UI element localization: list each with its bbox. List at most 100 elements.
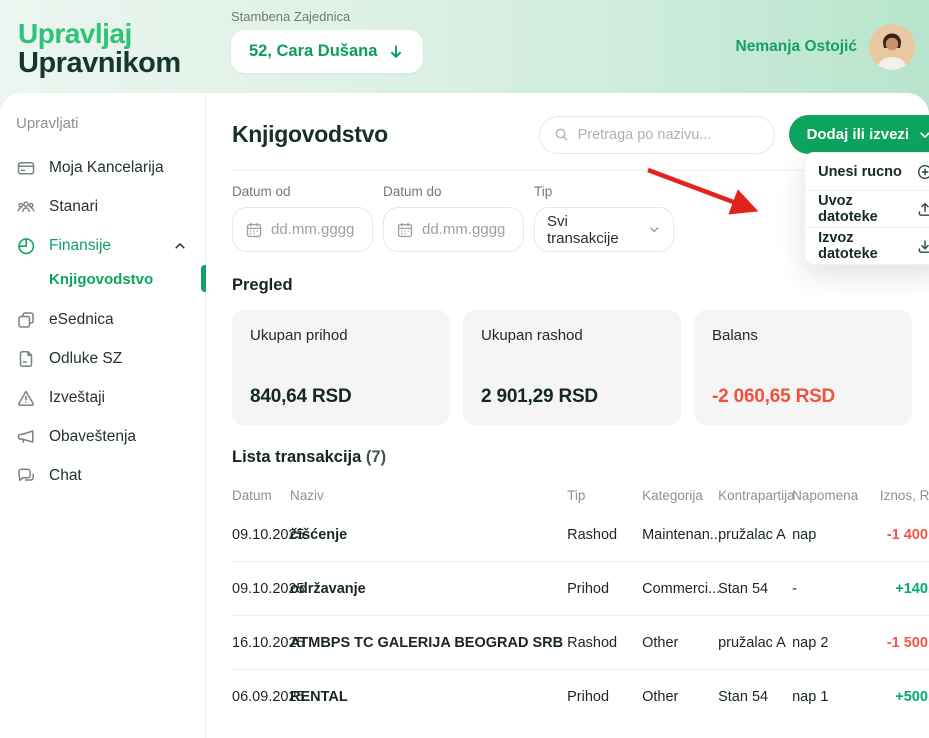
table-row[interactable]: 09.10.2025 čišćenje Rashod Maintenan... …: [232, 508, 929, 562]
community-label: Stambena Zajednica: [231, 9, 423, 24]
sidebar-item-label: Chat: [49, 467, 82, 485]
cell-kontrapartija: Stan 54: [718, 689, 792, 705]
col-tip: Tip: [567, 488, 642, 503]
date-placeholder: dd.mm.gggg: [422, 221, 505, 238]
cell-naziv: ATMBPS TC GALERIJA BEOGRAD SRB: [290, 635, 567, 651]
sidebar-item-label: Izveštaji: [49, 389, 105, 407]
filter-type: Tip Svi transakcije: [534, 184, 674, 252]
sidebar-item-finansije[interactable]: Finansije: [16, 228, 205, 264]
download-icon: [916, 237, 929, 255]
cell-kontrapartija: pružalac A: [718, 527, 792, 543]
cell-kontrapartija: pružalac A: [718, 635, 792, 651]
cell-iznos: +140,00: [864, 581, 929, 597]
menu-item-izvoz-datoteke[interactable]: Izvoz datoteke: [805, 227, 929, 264]
cell-tip: Rashod: [567, 527, 642, 543]
title-row: Knjigovodstvo Dodaj ili izvezi: [232, 115, 929, 154]
cell-napomena: nap 2: [792, 635, 864, 651]
menu-item-uvoz-datoteke[interactable]: Uvoz datoteke: [805, 190, 929, 227]
sidebar: Upravljati Moja Kancelarija Stanari Fina…: [0, 93, 206, 738]
cell-naziv: čišćenje: [290, 527, 567, 543]
cell-kontrapartija: Stan 54: [718, 581, 792, 597]
avatar-image: [869, 24, 915, 70]
cell-kategorija: Other: [642, 689, 718, 705]
sidebar-item-chat[interactable]: Chat: [16, 458, 205, 494]
card-balans: Balans -2 060,65 RSD: [694, 310, 912, 425]
card-ukupan-rashod: Ukupan rashod 2 901,29 RSD: [463, 310, 681, 425]
calendar-icon: [396, 221, 414, 239]
plus-circle-icon: [916, 163, 929, 181]
overview-title: Pregled: [232, 276, 929, 295]
menu-item-label: Izvoz datoteke: [818, 230, 916, 262]
date-from-label: Datum od: [232, 184, 373, 199]
menu-item-label: Unesi rucno: [818, 164, 902, 180]
cell-tip: Prihod: [567, 581, 642, 597]
date-to-input[interactable]: dd.mm.gggg: [383, 207, 524, 252]
logo-line1: Upravljaj: [18, 20, 214, 48]
sidebar-item-label: eSednica: [49, 311, 114, 329]
sidebar-item-label: Knjigovodstvo: [49, 271, 153, 288]
cell-tip: Rashod: [567, 635, 642, 651]
sidebar-item-esednica[interactable]: eSednica: [16, 302, 205, 338]
community-value: 52, Cara Dušana: [249, 42, 377, 61]
cell-napomena: -: [792, 581, 864, 597]
table-header: Datum Naziv Tip Kategorija Kontrapartija…: [232, 482, 929, 508]
megaphone-icon: [16, 427, 36, 447]
calendar-icon: [245, 221, 263, 239]
sidebar-item-izvestaji[interactable]: Izveštaji: [16, 380, 205, 416]
chevron-up-icon[interactable]: [173, 239, 187, 253]
cell-iznos: +500,50: [864, 689, 929, 705]
avatar[interactable]: [869, 24, 915, 70]
type-select[interactable]: Svi transakcije: [534, 207, 674, 252]
search-icon: [554, 126, 569, 143]
add-or-export-button[interactable]: Dodaj ili izvezi: [789, 115, 929, 154]
add-or-export-menu: Unesi rucno Uvoz datoteke Izvoz datoteke: [804, 152, 929, 265]
table-row[interactable]: 16.10.2025 ATMBPS TC GALERIJA BEOGRAD SR…: [232, 616, 929, 670]
table-row[interactable]: 09.10.2025 održavanje Prihod Commerci...…: [232, 562, 929, 616]
cell-napomena: nap: [792, 527, 864, 543]
transactions-count: (7): [366, 448, 386, 466]
date-placeholder: dd.mm.gggg: [271, 221, 354, 238]
app-page: Upravljaj Upravnikom Stambena Zajednica …: [0, 0, 929, 738]
cell-kategorija: Commerci...: [642, 581, 718, 597]
cell-datum: 06.09.2025: [232, 689, 290, 705]
cell-iznos: -1 500,20: [864, 635, 929, 651]
card-value: -2 060,65 RSD: [712, 386, 894, 408]
date-to-label: Datum do: [383, 184, 524, 199]
card-label: Ukupan rashod: [481, 327, 663, 344]
logo-line2: Upravnikom: [18, 49, 214, 78]
type-value: Svi transakcije: [547, 213, 640, 247]
cell-kategorija: Maintenan...: [642, 527, 718, 543]
date-from-input[interactable]: dd.mm.gggg: [232, 207, 373, 252]
sidebar-item-knjigovodstvo[interactable]: Knjigovodstvo: [16, 267, 205, 298]
card-label: Ukupan prihod: [250, 327, 432, 344]
col-kategorija: Kategorija: [642, 488, 718, 503]
upload-icon: [916, 200, 929, 218]
sidebar-item-odluke-sz[interactable]: Odluke SZ: [16, 341, 205, 377]
sidebar-item-label: Obaveštenja: [49, 428, 136, 446]
people-icon: [16, 197, 36, 217]
user-name: Nemanja Ostojić: [736, 38, 857, 56]
transactions-title-text: Lista transakcija: [232, 448, 361, 466]
search-box[interactable]: [539, 116, 775, 154]
overview-cards: Ukupan prihod 840,64 RSD Ukupan rashod 2…: [232, 310, 929, 425]
alert-triangle-icon: [16, 388, 36, 408]
sidebar-item-stanari[interactable]: Stanari: [16, 189, 205, 225]
col-iznos: Iznos, RSD: [864, 488, 929, 503]
copy-icon: [16, 310, 36, 330]
cell-kategorija: Other: [642, 635, 718, 651]
search-input[interactable]: [578, 127, 760, 143]
sidebar-item-moja-kancelarija[interactable]: Moja Kancelarija: [16, 150, 205, 186]
chevron-down-icon: [918, 128, 929, 142]
user-menu[interactable]: Nemanja Ostojić: [736, 24, 915, 70]
cell-datum: 16.10.2025: [232, 635, 290, 651]
card-ukupan-prihod: Ukupan prihod 840,64 RSD: [232, 310, 450, 425]
menu-item-unesi-rucno[interactable]: Unesi rucno: [805, 153, 929, 190]
community-selector[interactable]: 52, Cara Dušana: [231, 30, 423, 73]
col-naziv: Naziv: [290, 488, 567, 503]
menu-item-label: Uvoz datoteke: [818, 193, 916, 225]
table-row[interactable]: 06.09.2025 RENTAL Prihod Other Stan 54 n…: [232, 670, 929, 724]
sidebar-item-obavestenja[interactable]: Obaveštenja: [16, 419, 205, 455]
type-label: Tip: [534, 184, 674, 199]
cell-naziv: RENTAL: [290, 689, 567, 705]
app-logo[interactable]: Upravljaj Upravnikom: [0, 16, 214, 78]
